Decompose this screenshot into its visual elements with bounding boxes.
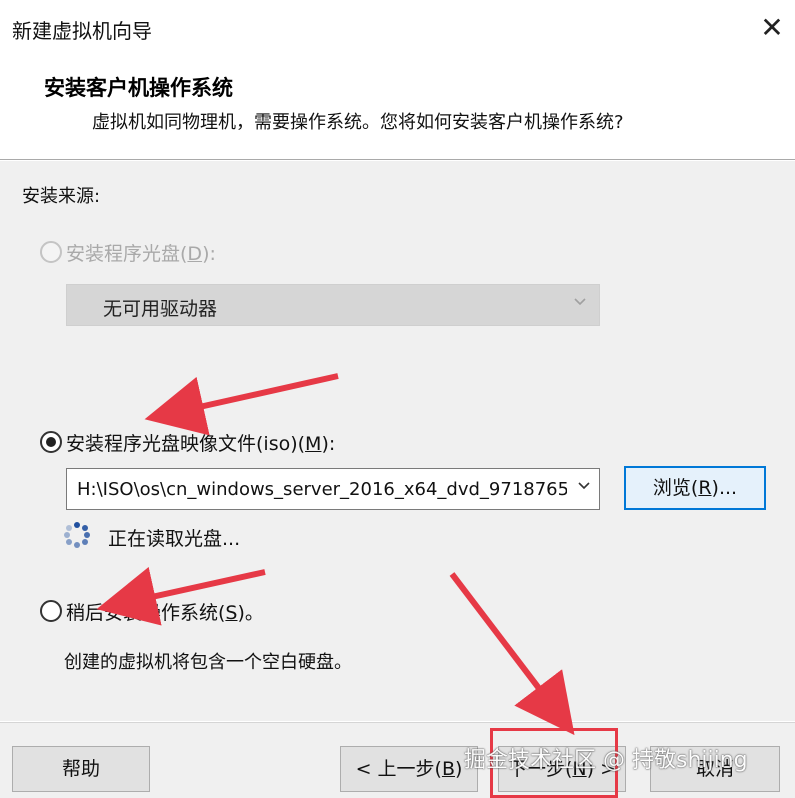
radio-iso-image[interactable] <box>40 431 62 453</box>
header-title: 安装客户机操作系统 <box>44 76 233 100</box>
wizard-header: 安装客户机操作系统 虚拟机如同物理机，需要操作系统。您将如何安装客户机操作系统? <box>0 56 795 160</box>
loading-spinner-icon <box>64 522 90 548</box>
back-button[interactable]: < 上一步(B) <box>340 746 478 792</box>
browse-button[interactable]: 浏览(R)... <box>624 466 766 510</box>
help-button[interactable]: 帮助 <box>12 746 150 792</box>
install-later-description: 创建的虚拟机将包含一个空白硬盘。 <box>64 652 352 673</box>
radio-install-later[interactable] <box>40 600 62 622</box>
option-installer-disc-label[interactable]: 安装程序光盘(D): <box>66 239 216 266</box>
radio-installer-disc[interactable] <box>40 241 62 263</box>
chevron-down-icon[interactable] <box>577 477 591 496</box>
chevron-down-icon <box>573 293 587 312</box>
disc-drive-select[interactable]: 无可用驱动器 <box>66 284 600 326</box>
watermark: 掘金技术社区 @ 持敬shijing <box>464 748 748 773</box>
install-source-label: 安装来源: <box>22 186 101 207</box>
close-icon[interactable]: ✕ <box>756 10 788 46</box>
iso-path-combobox[interactable]: H:\ISO\os\cn_windows_server_2016_x64_dvd… <box>66 468 600 510</box>
iso-path-value[interactable]: H:\ISO\os\cn_windows_server_2016_x64_dvd… <box>77 479 567 500</box>
title-bar: 新建虚拟机向导 ✕ <box>0 0 795 56</box>
header-subtitle: 虚拟机如同物理机，需要操作系统。您将如何安装客户机操作系统? <box>92 112 624 133</box>
window-title: 新建虚拟机向导 <box>12 19 152 43</box>
option-iso-image-label[interactable]: 安装程序光盘映像文件(iso)(M): <box>66 429 335 456</box>
disc-drive-value: 无可用驱动器 <box>103 298 218 320</box>
status-text: 正在读取光盘... <box>108 528 241 550</box>
option-install-later-label[interactable]: 稍后安装操作系统(S)。 <box>66 598 264 625</box>
